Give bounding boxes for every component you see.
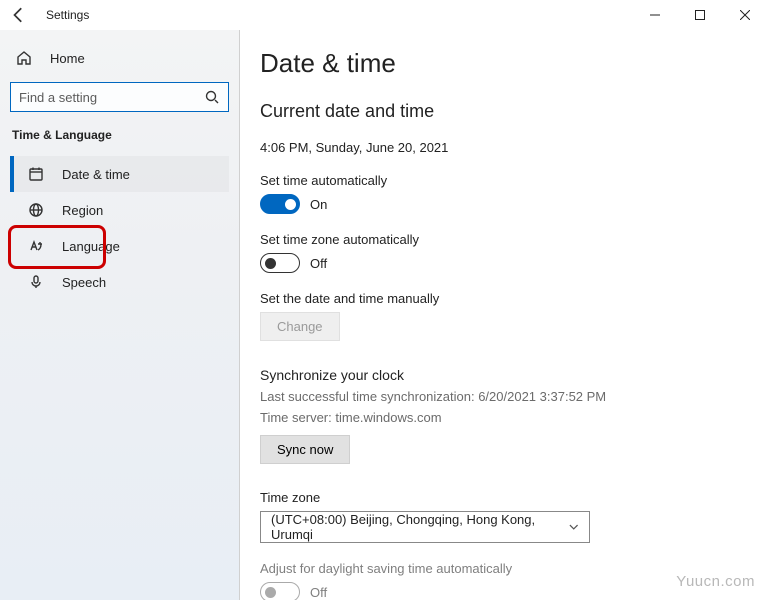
- back-button[interactable]: [10, 6, 28, 24]
- calendar-icon: [28, 166, 44, 182]
- sync-heading: Synchronize your clock: [260, 367, 739, 383]
- close-button[interactable]: [722, 0, 767, 30]
- sidebar-section-title: Time & Language: [10, 122, 229, 146]
- language-icon: [28, 238, 44, 254]
- sidebar-item-label: Region: [62, 203, 103, 218]
- minimize-button[interactable]: [632, 0, 677, 30]
- window-title: Settings: [46, 8, 89, 22]
- dst-toggle: [260, 582, 300, 600]
- sidebar-item-language[interactable]: Language: [10, 228, 229, 264]
- set-tz-auto-state: Off: [310, 256, 327, 271]
- dst-label: Adjust for daylight saving time automati…: [260, 561, 739, 576]
- search-box[interactable]: [10, 82, 229, 112]
- set-time-auto-label: Set time automatically: [260, 173, 739, 188]
- set-time-auto-toggle[interactable]: [260, 194, 300, 214]
- sidebar-item-label: Speech: [62, 275, 106, 290]
- microphone-icon: [28, 274, 44, 290]
- sync-now-button[interactable]: Sync now: [260, 435, 350, 464]
- home-icon: [16, 50, 32, 66]
- dst-state: Off: [310, 585, 327, 600]
- set-tz-auto-toggle[interactable]: [260, 253, 300, 273]
- set-manual-label: Set the date and time manually: [260, 291, 739, 306]
- globe-icon: [28, 202, 44, 218]
- set-time-auto-state: On: [310, 197, 327, 212]
- sidebar-item-date-time[interactable]: Date & time: [10, 156, 229, 192]
- chevron-down-icon: [568, 521, 579, 533]
- timezone-label: Time zone: [260, 490, 739, 505]
- maximize-button[interactable]: [677, 0, 722, 30]
- watermark: Yuucn.com: [676, 573, 755, 590]
- current-datetime-heading: Current date and time: [260, 101, 739, 122]
- home-label: Home: [50, 51, 85, 66]
- titlebar: Settings: [0, 0, 767, 30]
- main-pane: Date & time Current date and time 4:06 P…: [240, 30, 767, 600]
- time-server-text: Time server: time.windows.com: [260, 410, 739, 425]
- sidebar-item-label: Language: [62, 239, 120, 254]
- sidebar: Home Time & Language Date & time Region: [0, 30, 240, 600]
- sidebar-item-label: Date & time: [62, 167, 130, 182]
- search-input[interactable]: [19, 90, 204, 105]
- current-datetime-value: 4:06 PM, Sunday, June 20, 2021: [260, 140, 739, 155]
- home-button[interactable]: Home: [10, 44, 229, 72]
- timezone-dropdown[interactable]: (UTC+08:00) Beijing, Chongqing, Hong Kon…: [260, 511, 590, 543]
- change-button: Change: [260, 312, 340, 341]
- sidebar-item-region[interactable]: Region: [10, 192, 229, 228]
- timezone-value: (UTC+08:00) Beijing, Chongqing, Hong Kon…: [271, 512, 568, 542]
- search-icon: [204, 89, 220, 105]
- sidebar-item-speech[interactable]: Speech: [10, 264, 229, 300]
- set-tz-auto-label: Set time zone automatically: [260, 232, 739, 247]
- last-sync-text: Last successful time synchronization: 6/…: [260, 389, 739, 404]
- page-title: Date & time: [260, 48, 739, 79]
- sidebar-nav: Date & time Region Language Speech: [10, 156, 229, 300]
